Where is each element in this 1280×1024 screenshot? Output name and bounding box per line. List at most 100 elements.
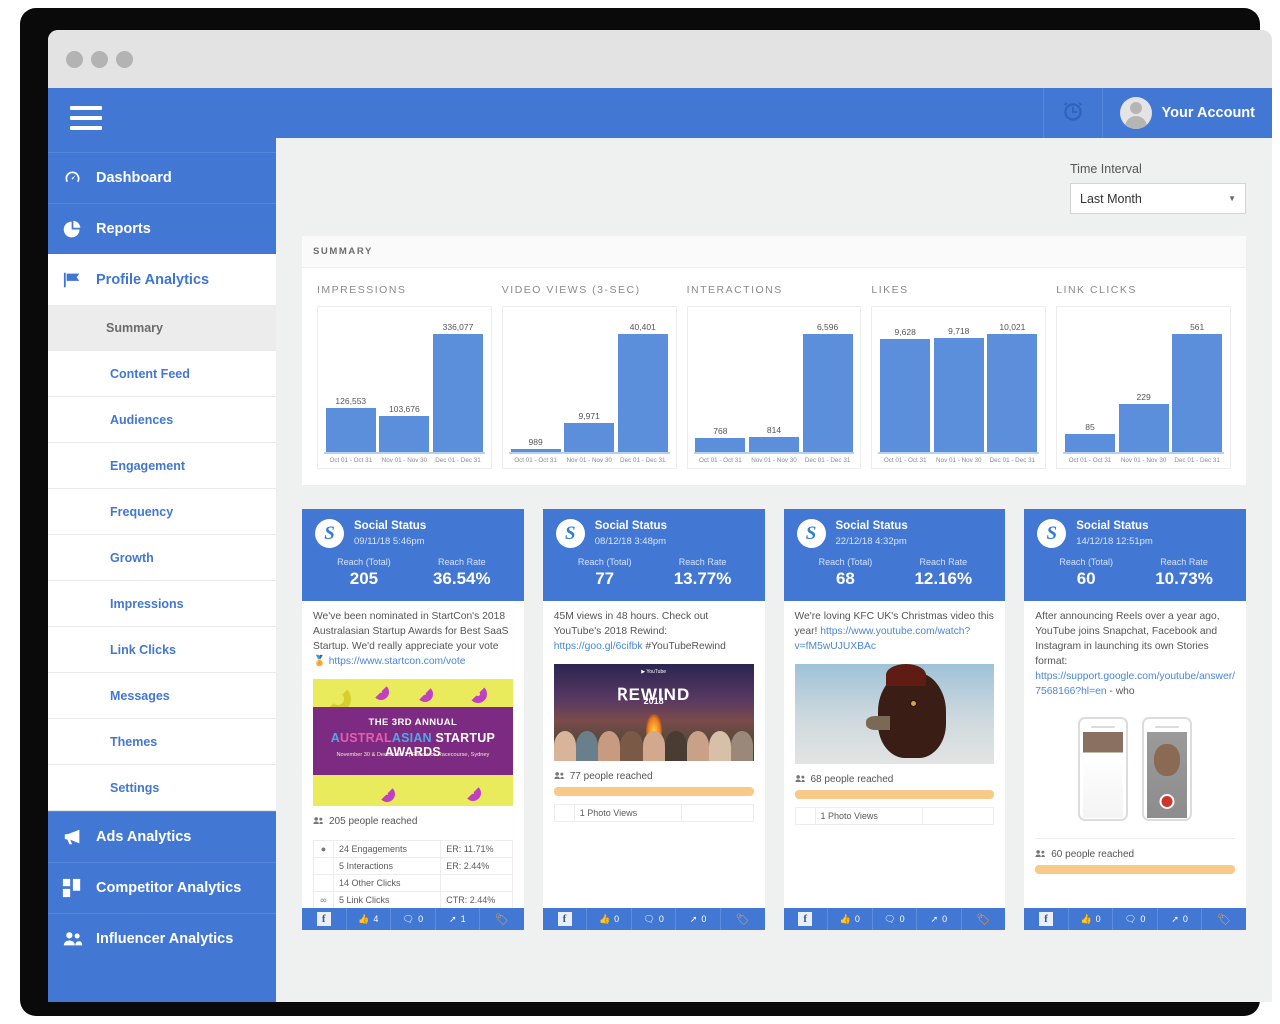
bar-slot[interactable]: 9,628	[880, 311, 931, 452]
facebook-network-icon[interactable]: f	[302, 908, 346, 930]
account-menu[interactable]: Your Account	[1101, 88, 1272, 138]
stat-rate: ER: 11.71%	[440, 839, 513, 858]
bar-slot[interactable]: 336,077	[433, 311, 483, 452]
reach-value: 60	[1076, 569, 1096, 588]
sidebar-item-dashboard[interactable]: Dashboard	[48, 152, 276, 203]
bar-slot[interactable]: 126,553	[325, 311, 376, 452]
bar[interactable]	[564, 423, 615, 452]
x-tick-label: Oct 01 - Oct 31	[1068, 457, 1112, 464]
bar[interactable]	[695, 438, 746, 452]
bar[interactable]	[379, 416, 430, 452]
post-cards-row: S Social Status 09/11/18 5:46pm Reach (Tota…	[302, 509, 1246, 930]
bar[interactable]	[433, 334, 483, 452]
comments-count[interactable]: 🗨 0	[390, 908, 435, 930]
post-image[interactable]	[1035, 708, 1235, 829]
window-maximize-dot[interactable]	[116, 50, 133, 68]
post-image[interactable]	[794, 663, 995, 764]
sidebar-item-audiences[interactable]: Audiences	[48, 397, 276, 443]
sidebar-item-reports[interactable]: Reports	[48, 203, 276, 254]
comment-bubble-icon: 🗨	[1124, 913, 1137, 924]
bar-slot[interactable]: 768	[695, 311, 746, 452]
bar-slot[interactable]: 814	[749, 311, 799, 452]
post-link[interactable]: https://www.youtube.com/watch?v=fM5wUJUX…	[795, 626, 971, 652]
sidebar-item-impressions[interactable]: Impressions	[48, 581, 276, 627]
window-close-dot[interactable]	[66, 50, 83, 68]
post-image[interactable]: ▶ YouTube 𝈖EWIND 2018	[553, 663, 754, 761]
bar-slot[interactable]: 989	[510, 311, 561, 452]
comments-count[interactable]: 🗨 0	[630, 908, 676, 930]
bar-slot[interactable]: 85	[1065, 311, 1115, 452]
tag-icon: 🏷	[1217, 913, 1232, 926]
bar[interactable]	[933, 338, 984, 452]
tag-button[interactable]: 🏷	[1201, 908, 1246, 930]
bar-slot[interactable]: 6,596	[802, 311, 853, 452]
bar[interactable]	[749, 437, 799, 452]
hamburger-icon[interactable]	[48, 88, 276, 152]
comments-count[interactable]: 🗨 0	[1112, 908, 1157, 930]
bar-slot[interactable]: 9,718	[933, 311, 984, 452]
stat-rate: CTR: 2.44%	[440, 890, 513, 909]
tag-button[interactable]: 🏷	[479, 908, 524, 930]
comment-icon: ●	[313, 839, 334, 858]
tag-button[interactable]: 🏷	[719, 908, 765, 930]
sidebar-item-engagement[interactable]: Engagement	[48, 443, 276, 489]
window-minimize-dot[interactable]	[91, 50, 108, 68]
bar[interactable]	[880, 339, 931, 452]
shares-count[interactable]: ➚ 0	[675, 908, 720, 930]
comments-count[interactable]: 🗨 0	[871, 908, 917, 930]
bar[interactable]	[510, 449, 561, 452]
shares-count[interactable]: ➚ 1	[434, 908, 480, 930]
bar[interactable]	[1118, 404, 1169, 452]
bar-slot[interactable]: 103,676	[379, 311, 430, 452]
bar-value-label: 10,021	[999, 322, 1026, 332]
sidebar-item-ads-analytics[interactable]: Ads Analytics	[48, 811, 276, 862]
post-text: 45M views in 48 hours. Check out YouTube…	[553, 611, 726, 652]
likes-count[interactable]: 👍 0	[827, 908, 872, 930]
facebook-network-icon[interactable]: f	[543, 908, 587, 930]
sidebar-item-link-clicks[interactable]: Link Clicks	[48, 627, 276, 673]
sidebar-item-themes[interactable]: Themes	[48, 719, 276, 765]
shares-count[interactable]: ➚ 0	[1156, 908, 1202, 930]
time-interval-control: Time Interval Last Month ▼	[302, 138, 1246, 214]
shares-value: 0	[1182, 914, 1188, 924]
likes-count[interactable]: 👍 0	[586, 908, 631, 930]
likes-count[interactable]: 👍 0	[1067, 908, 1113, 930]
sidebar-item-growth[interactable]: Growth	[48, 535, 276, 581]
shares-count[interactable]: ➚ 0	[916, 908, 961, 930]
tag-button[interactable]: 🏷	[960, 908, 1006, 930]
post-stats-table: 1 Photo Views	[553, 803, 754, 822]
reach-label: Reach (Total)	[1059, 557, 1113, 567]
facebook-network-icon[interactable]: f	[784, 908, 828, 930]
comments-value: 0	[1140, 914, 1146, 924]
sidebar-item-content-feed[interactable]: Content Feed	[48, 351, 276, 397]
reach-progress-bar	[794, 789, 995, 799]
bar-slot[interactable]: 40,401	[617, 311, 668, 452]
post-link[interactable]: https://support.google.com/youtube/answe…	[1035, 671, 1235, 697]
alarm-button[interactable]	[1042, 88, 1102, 138]
bar[interactable]	[987, 334, 1038, 452]
bar-value-label: 561	[1190, 322, 1205, 332]
sidebar-item-profile-analytics[interactable]: Profile Analytics	[48, 254, 276, 305]
sidebar-item-messages[interactable]: Messages	[48, 673, 276, 719]
bar-slot[interactable]: 9,971	[564, 311, 615, 452]
post-link[interactable]: https://goo.gl/6cifbk	[554, 641, 643, 652]
sidebar-item-settings[interactable]: Settings	[48, 765, 276, 811]
bar-slot[interactable]: 10,021	[987, 311, 1038, 452]
bar[interactable]	[617, 334, 668, 452]
sidebar-item-influencer-analytics[interactable]: Influencer Analytics	[48, 913, 276, 964]
bar[interactable]	[802, 334, 853, 452]
bar[interactable]	[1172, 334, 1223, 452]
bar-slot[interactable]: 561	[1172, 311, 1223, 452]
sidebar-item-frequency[interactable]: Frequency	[48, 489, 276, 535]
post-image[interactable]: THE 3RD ANNUAL AUSTRALASIAN STARTUP AWARD…	[313, 678, 513, 806]
facebook-network-icon[interactable]: f	[1024, 908, 1068, 930]
bar[interactable]	[1065, 434, 1115, 452]
bar-slot[interactable]: 229	[1118, 311, 1169, 452]
post-link[interactable]: https://www.startcon.com/vote	[329, 656, 466, 667]
time-interval-select[interactable]: Last Month ▼	[1070, 183, 1246, 214]
sidebar-item-summary[interactable]: Summary	[48, 305, 276, 351]
likes-count[interactable]: 👍 4	[345, 908, 391, 930]
sidebar-item-competitor-analytics[interactable]: Competitor Analytics	[48, 862, 276, 913]
people-reached-row: 68 people reached	[794, 774, 995, 786]
bar[interactable]	[325, 408, 376, 452]
